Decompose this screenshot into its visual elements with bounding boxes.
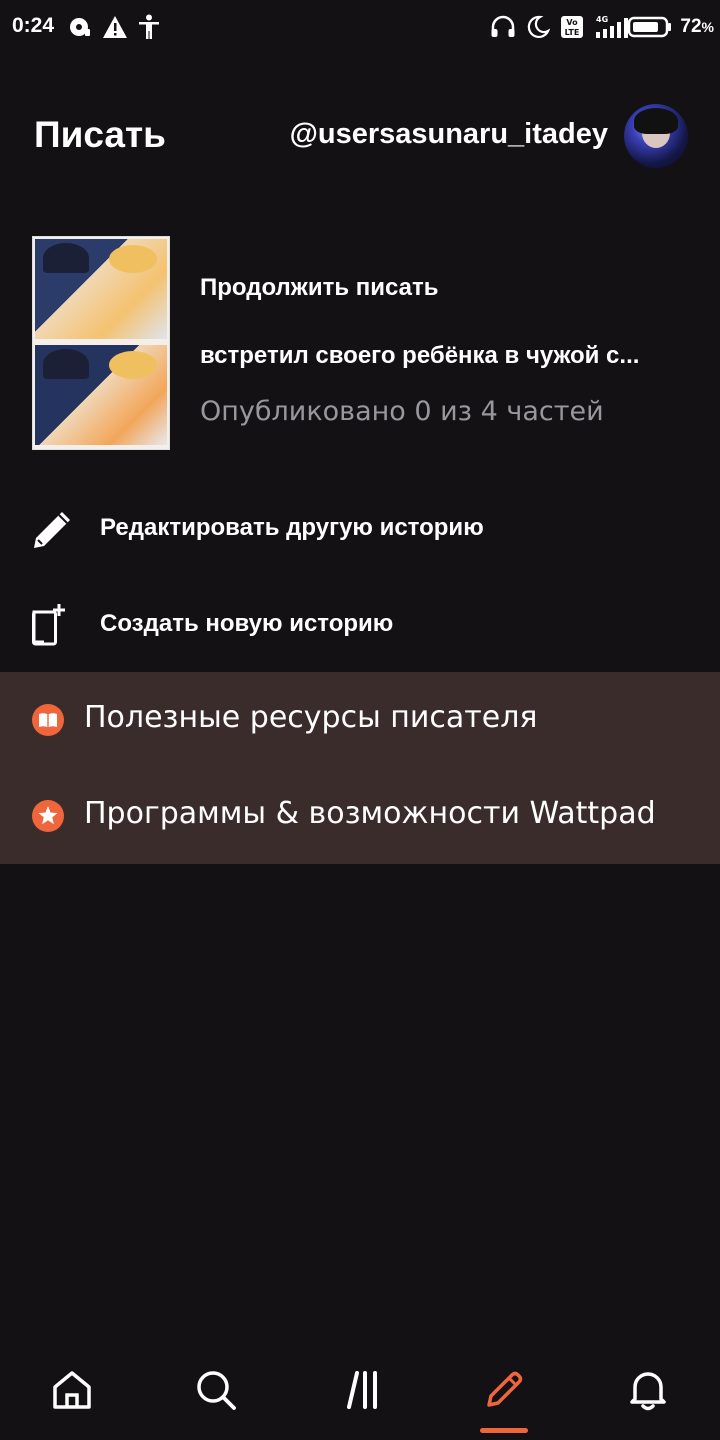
cover-figure-dark-2 xyxy=(43,349,89,379)
signal-4g-icon: 4G xyxy=(594,14,630,44)
cover-figure-blond xyxy=(109,245,157,273)
story-cover[interactable] xyxy=(32,236,170,450)
svg-text:Vo: Vo xyxy=(566,18,578,27)
home-icon xyxy=(49,1367,95,1417)
svg-text:LTE: LTE xyxy=(565,28,580,37)
wattpad-programs-label: Программы & возможности Wattpad xyxy=(84,796,656,831)
cover-panel-top xyxy=(35,239,167,339)
new-story-icon xyxy=(30,602,76,648)
writer-resources-link[interactable]: Полезные ресурсы писателя xyxy=(0,672,720,768)
nav-home[interactable] xyxy=(42,1362,102,1422)
write-icon xyxy=(481,1367,527,1417)
active-tab-indicator xyxy=(480,1428,528,1433)
library-icon xyxy=(339,1367,385,1417)
notifications-icon xyxy=(625,1367,671,1417)
nav-library[interactable] xyxy=(332,1362,392,1422)
search-icon xyxy=(193,1367,239,1417)
cover-panel-bottom xyxy=(35,345,167,445)
moon-icon xyxy=(526,15,551,43)
cover-figure-dark xyxy=(43,243,89,273)
continue-writing-card[interactable]: Продолжить писать встретил своего ребёнк… xyxy=(0,234,720,450)
pencil-icon xyxy=(30,506,76,552)
wattpad-programs-link[interactable]: Программы & возможности Wattpad xyxy=(0,768,720,864)
nav-write[interactable] xyxy=(474,1362,534,1422)
bottom-nav xyxy=(0,1340,720,1440)
edit-other-story-label: Редактировать другую историю xyxy=(100,514,484,541)
story-title[interactable]: встретил своего ребёнка в чужой с... xyxy=(200,342,639,370)
username[interactable]: @usersasunaru_itadey xyxy=(290,118,608,151)
story-meta: Опубликовано 0 из 4 частей xyxy=(200,396,604,427)
status-right-icons: Vo LTE 4G xyxy=(490,14,630,44)
page-title: Писать xyxy=(34,114,166,155)
star-icon xyxy=(32,800,64,832)
status-left-icons xyxy=(68,14,160,44)
nav-search[interactable] xyxy=(186,1362,246,1422)
battery-icon xyxy=(627,16,672,42)
svg-text:4G: 4G xyxy=(596,15,608,24)
avatar[interactable] xyxy=(624,104,688,168)
status-time: 0:24 xyxy=(12,14,55,37)
warning-icon xyxy=(102,15,128,43)
writer-resources-label: Полезные ресурсы писателя xyxy=(84,700,538,735)
disc-icon xyxy=(68,15,92,43)
header: Писать @usersasunaru_itadey xyxy=(0,100,720,172)
volte-icon: Vo LTE xyxy=(560,15,584,43)
create-new-story-label: Создать новую историю xyxy=(100,610,394,637)
status-bar: 0:24 Vo LTE 4G 72% xyxy=(0,0,720,56)
nav-notifications[interactable] xyxy=(618,1362,678,1422)
book-icon xyxy=(32,704,64,736)
battery-percent: 72% xyxy=(680,16,714,38)
battery-suffix: % xyxy=(701,19,714,35)
continue-writing-label: Продолжить писать xyxy=(200,274,439,301)
edit-other-story-button[interactable]: Редактировать другую историю xyxy=(0,484,720,574)
accessibility-icon xyxy=(138,14,160,44)
battery-value: 72 xyxy=(680,16,702,37)
cover-figure-blond-2 xyxy=(109,351,157,379)
create-new-story-button[interactable]: Создать новую историю xyxy=(0,580,720,670)
writer-resources-section: Полезные ресурсы писателя Программы & во… xyxy=(0,672,720,864)
headphones-icon xyxy=(490,15,516,43)
